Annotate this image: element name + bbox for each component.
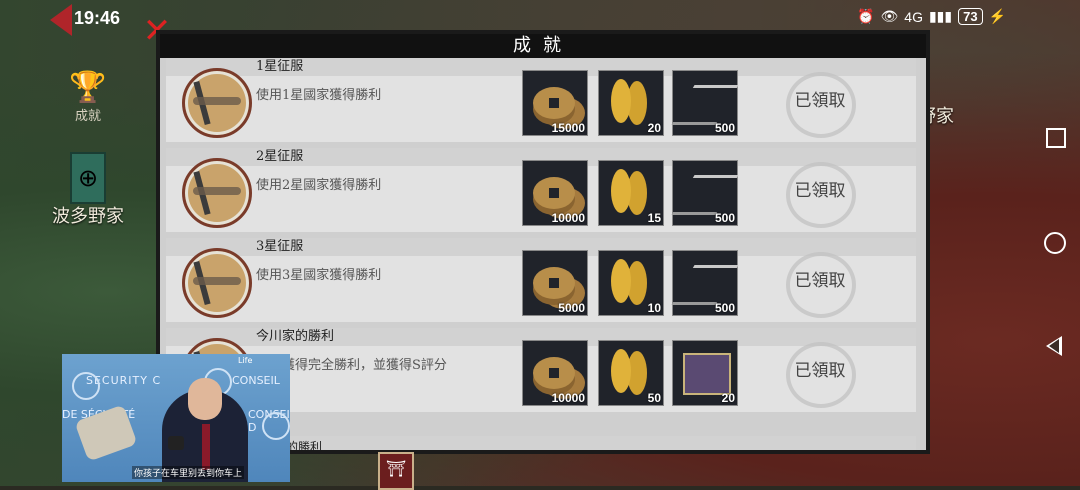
- coin-icon: [533, 357, 575, 389]
- achievement-title: 1星征服: [256, 59, 304, 74]
- achievement-row: 2星征服 使用2星國家獲得勝利 10000 15 500 已領取: [166, 148, 916, 232]
- un-logo-icon: [72, 372, 100, 400]
- achievement-desc: 使用3星國家獲得勝利: [256, 268, 382, 283]
- nails-icon: [671, 85, 739, 125]
- un-logo-icon: [262, 412, 290, 440]
- book-icon: [683, 353, 731, 395]
- reward-qty: 50: [647, 391, 661, 405]
- recents-icon[interactable]: [1046, 128, 1066, 148]
- panel-title: 成就: [160, 34, 926, 58]
- reward-book[interactable]: 20: [672, 340, 738, 406]
- clan-name: 波多野家: [52, 206, 124, 227]
- network-label: 4G: [904, 8, 923, 25]
- reward-qty: 5000: [558, 301, 585, 315]
- reward-qty: 500: [714, 121, 735, 135]
- charging-icon: ⚡: [988, 8, 1006, 24]
- battery-level: 73: [958, 8, 983, 25]
- coin-icon: [533, 267, 575, 299]
- home-icon[interactable]: [1044, 232, 1066, 254]
- medal-icon: [182, 158, 252, 228]
- medal-icon: [182, 248, 252, 318]
- reward-qty: 20: [721, 391, 735, 405]
- reward-coin[interactable]: 5000: [522, 250, 588, 316]
- coin-icon: [533, 87, 575, 119]
- video-subtitle: 你孩子在车里别丢到你车上: [132, 466, 245, 479]
- reward-gold[interactable]: 10: [598, 250, 664, 316]
- pip-logo-text: Life: [238, 356, 253, 365]
- medal-icon: [182, 68, 252, 138]
- achievement-title: 今川家的勝利: [256, 329, 335, 344]
- alarm-icon: ⏰: [857, 8, 875, 24]
- reward-gold[interactable]: 15: [598, 160, 664, 226]
- reward-gold[interactable]: 20: [598, 70, 664, 136]
- gold-bar-icon: [611, 349, 631, 393]
- sidebar-achievement[interactable]: 🏆 成就: [48, 70, 128, 124]
- reward-qty: 15: [647, 211, 661, 225]
- bottom-emblem-icon[interactable]: ⛩: [378, 452, 414, 490]
- back-arrow-icon[interactable]: [50, 4, 72, 36]
- reward-nails[interactable]: 500: [671, 70, 739, 136]
- nails-icon: [671, 175, 739, 215]
- status-time: 19:46: [74, 8, 121, 28]
- claimed-badge[interactable]: 已領取: [786, 162, 856, 228]
- reward-coin[interactable]: 10000: [522, 340, 588, 406]
- reward-coin[interactable]: 15000: [522, 70, 588, 136]
- claimed-badge[interactable]: 已領取: [786, 72, 856, 138]
- achievement-row: 3星征服 使用3星國家獲得勝利 5000 10 500 已領取: [166, 238, 916, 322]
- reward-qty: 500: [714, 211, 735, 225]
- eye-icon: 👁: [880, 8, 899, 24]
- reward-qty: 500: [714, 301, 735, 315]
- signal-icon: ▮▮▮: [928, 8, 953, 24]
- video-pip[interactable]: SECURITY C CONSEIL DE SÉCURITÉ CONSEIL D…: [62, 354, 290, 482]
- reward-gold[interactable]: 50: [598, 340, 664, 406]
- achievement-title: 的勝利: [286, 440, 323, 450]
- gold-bar-icon: [611, 79, 631, 123]
- trophy-label: 成就: [74, 109, 101, 124]
- speaker-tie: [202, 424, 210, 470]
- android-nav-bar: [1040, 100, 1080, 400]
- status-icons: ⏰ 👁 4G ▮▮▮ 73 ⚡: [857, 8, 1006, 25]
- coin-icon: [533, 177, 575, 209]
- reward-nails[interactable]: 500: [671, 250, 739, 316]
- achievement-title: 3星征服: [256, 239, 304, 254]
- pip-bg-text: CONSEIL: [232, 374, 280, 387]
- reward-qty: 10: [647, 301, 661, 315]
- nav-back-icon[interactable]: [1046, 336, 1062, 356]
- reward-qty: 10000: [551, 391, 585, 405]
- clan-banner-icon[interactable]: ⊕: [70, 152, 106, 204]
- reward-nails[interactable]: 500: [671, 160, 739, 226]
- reward-qty: 15000: [551, 121, 585, 135]
- gold-bar-icon: [611, 259, 631, 303]
- speaker-face: [188, 378, 222, 420]
- reward-qty: 20: [647, 121, 661, 135]
- reward-coin[interactable]: 10000: [522, 160, 588, 226]
- trophy-icon: 🏆: [69, 70, 107, 105]
- achievement-desc: 使用1星國家獲得勝利: [256, 88, 382, 103]
- nails-icon: [671, 265, 739, 305]
- achievement-desc: 使用2星國家獲得勝利: [256, 178, 382, 193]
- claimed-badge[interactable]: 已領取: [786, 342, 856, 408]
- reward-qty: 10000: [551, 211, 585, 225]
- achievement-title: 2星征服: [256, 149, 304, 164]
- achievement-row: 1星征服 使用1星國家獲得勝利 15000 20 500 已領取: [166, 58, 916, 142]
- claimed-badge[interactable]: 已領取: [786, 252, 856, 318]
- gold-bar-icon: [611, 169, 631, 213]
- microphone-icon: [168, 436, 184, 450]
